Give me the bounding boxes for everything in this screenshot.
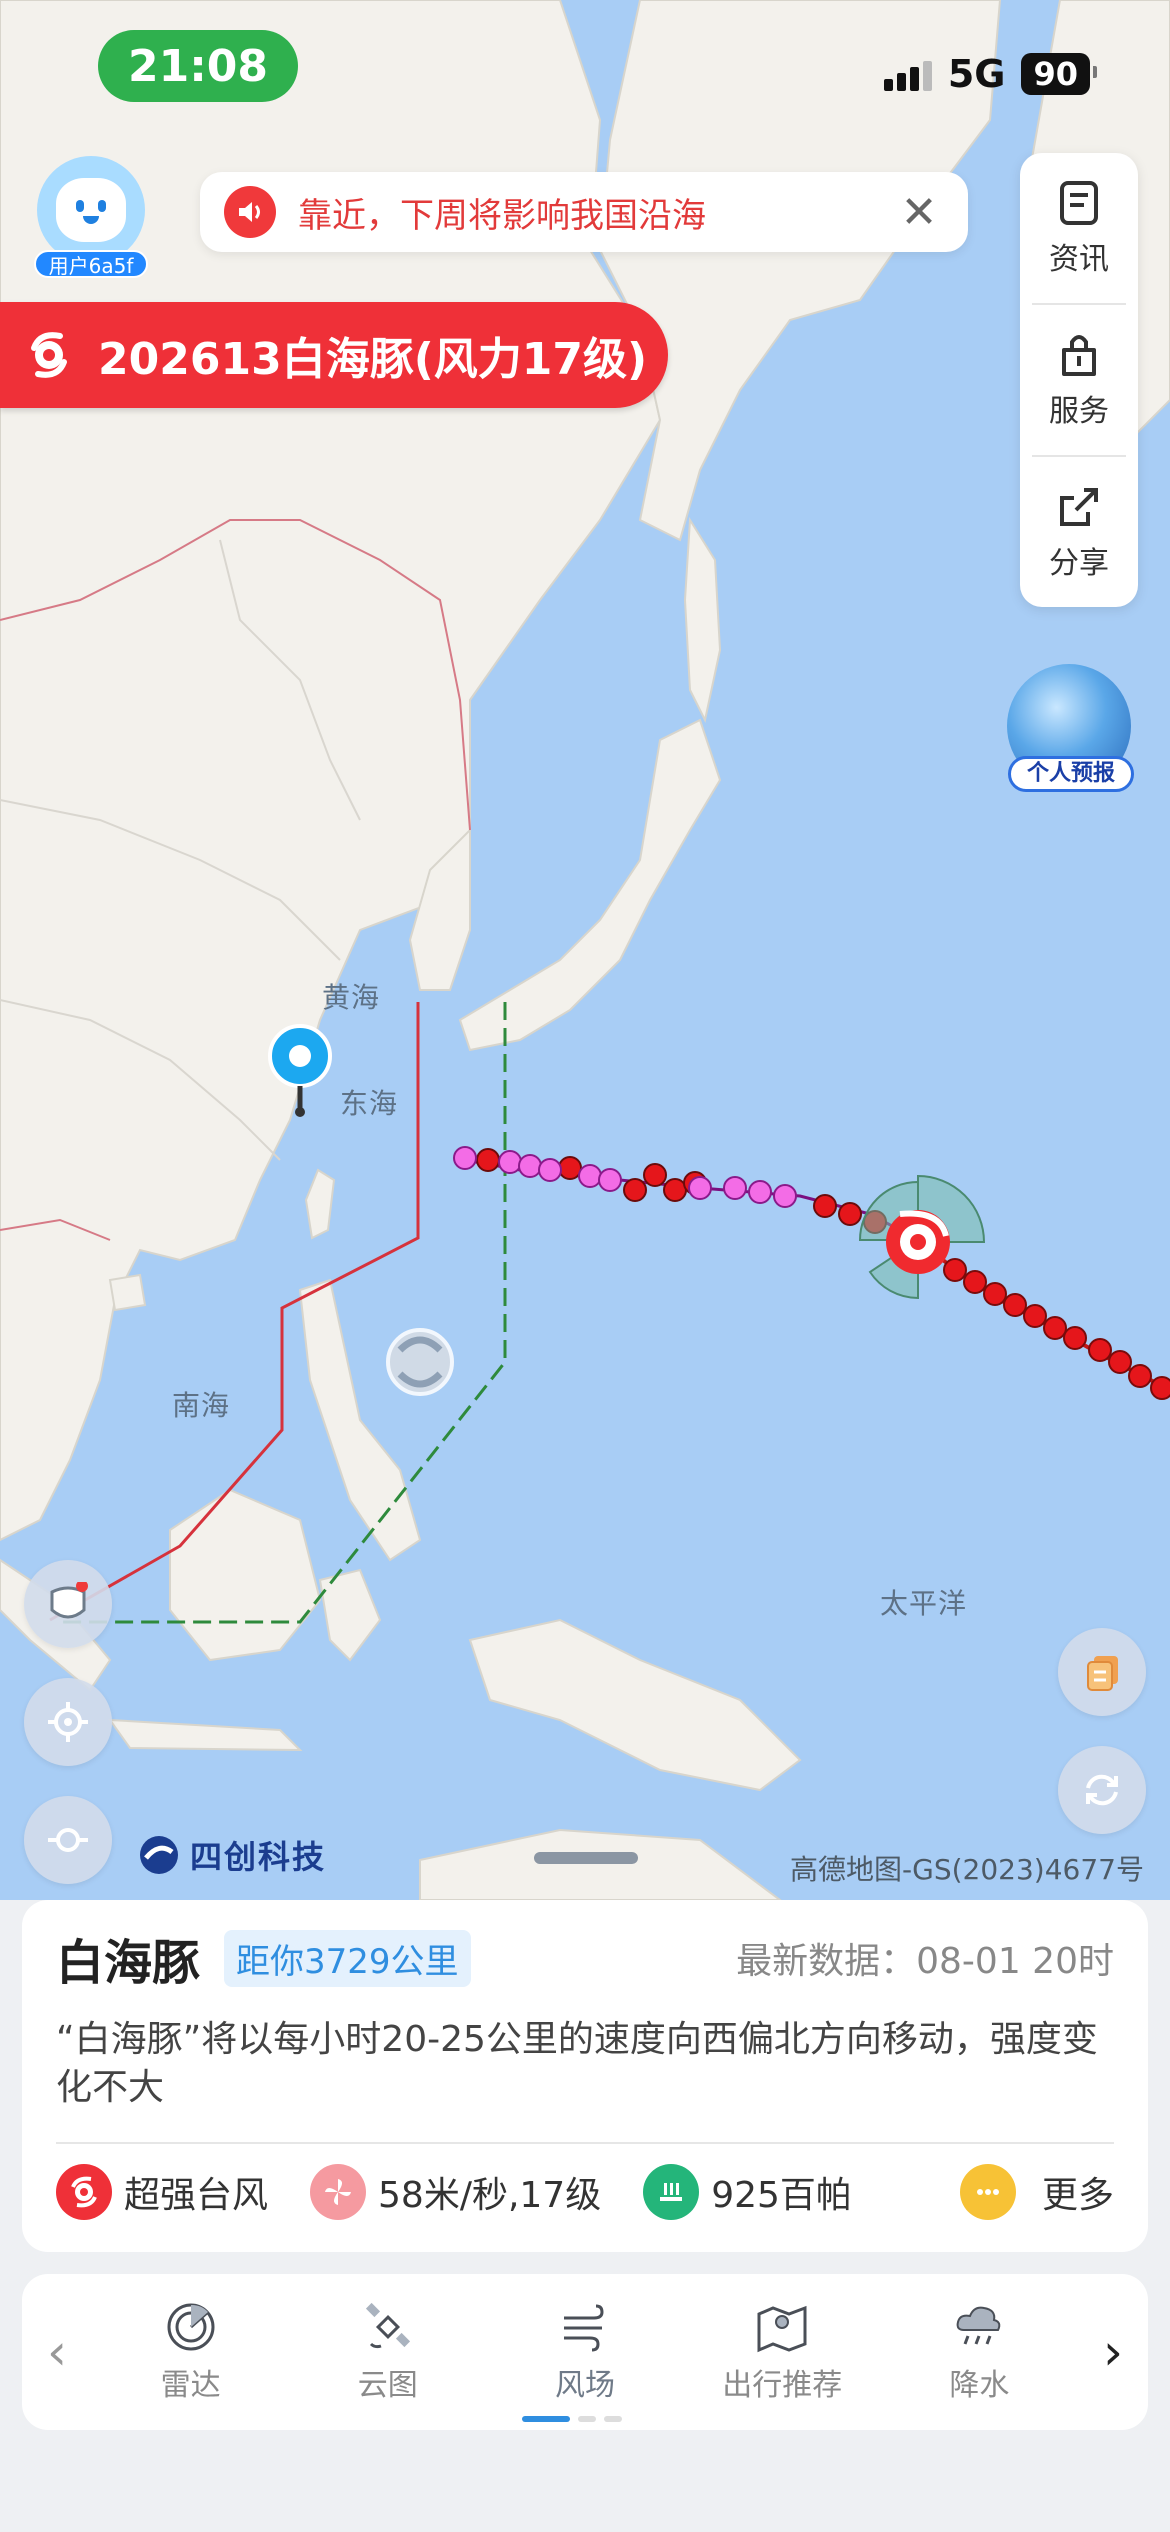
- borneo-land: [169, 1488, 322, 1662]
- side-menu: 资讯 服务 分享: [1020, 153, 1138, 607]
- refresh-icon: [1086, 1774, 1118, 1806]
- tab-wind[interactable]: 风场: [486, 2300, 683, 2404]
- typhoon-name: 白海豚: [56, 1935, 201, 1991]
- taiwan-land: [304, 1168, 336, 1240]
- typhoon-center-icon: [886, 1210, 950, 1274]
- label-pacific: 太平洋: [880, 1587, 968, 1620]
- faded-typhoon-icon: [386, 1328, 454, 1396]
- australia-land: [419, 1828, 782, 1900]
- label-south-sea: 南海: [172, 1389, 231, 1422]
- notice-banner[interactable]: 靠近，下周将影响我国沿海 ✕: [200, 172, 968, 252]
- java-land: [107, 1718, 303, 1752]
- layer-toggle-button[interactable]: [24, 1560, 112, 1648]
- wind-speed-icon: [310, 2164, 367, 2220]
- user-tag: 用户6a5f: [34, 250, 148, 278]
- sakhalin-land: [683, 516, 722, 723]
- side-item-news[interactable]: 资讯: [1032, 153, 1126, 305]
- tab-travel[interactable]: 出行推荐: [684, 2300, 881, 2404]
- status-time: 21:08: [98, 30, 298, 102]
- tab-label: 降水: [949, 2368, 1010, 2403]
- rain-icon: [957, 2306, 1001, 2345]
- service-icon: [1062, 335, 1096, 376]
- stat-category-text: 超强台风: [124, 2175, 269, 2216]
- typhoon-description: “白海豚”将以每小时20-25公里的速度向西偏北方向移动，强度变化不大: [56, 2019, 1098, 2108]
- stat-category: 超强台风: [56, 2164, 268, 2220]
- label-yellow-sea: 黄海: [322, 981, 381, 1014]
- pressure-icon: [643, 2164, 700, 2220]
- share-icon: [1060, 488, 1098, 526]
- avatar-face-icon: [37, 156, 145, 264]
- battery-icon: 90: [1021, 53, 1097, 95]
- sulawesi-land: [318, 1568, 382, 1662]
- philippines-land: [298, 1278, 422, 1562]
- news-icon: [1060, 181, 1098, 225]
- radar-icon: [167, 2303, 215, 2351]
- side-item-label: 资讯: [1049, 242, 1109, 277]
- tab-label: 雷达: [160, 2368, 221, 2403]
- layer-tab-bar: ‹ 雷达 云图 风场 出行推荐 降水 ›: [22, 2274, 1148, 2430]
- typhoon-past-points: [943, 1258, 1170, 1400]
- personal-forecast-label: 个人预报: [1008, 756, 1134, 792]
- side-item-service[interactable]: 服务: [1032, 305, 1126, 457]
- network-type: 5G: [947, 52, 1006, 96]
- stat-pressure: 925百帕: [643, 2164, 852, 2220]
- speaker-icon: [224, 186, 276, 238]
- status-indicators: 5G 90: [883, 52, 1097, 96]
- brand-logo-icon: [140, 1836, 178, 1874]
- japan-land: [458, 718, 722, 1052]
- tab-satellite[interactable]: 云图: [289, 2300, 486, 2404]
- drag-handle[interactable]: [534, 1852, 638, 1864]
- map-base: [0, 0, 1170, 1900]
- chevron-right-icon[interactable]: ›: [1078, 2323, 1148, 2381]
- user-avatar[interactable]: 用户6a5f: [34, 156, 148, 278]
- more-button[interactable]: 更多: [959, 2164, 1114, 2220]
- locate-icon: [48, 1702, 88, 1742]
- more-icon: [959, 2164, 1016, 2220]
- legend-button[interactable]: [1058, 1628, 1146, 1716]
- typhoon-title-pill[interactable]: 202613白海豚(风力17级): [0, 302, 668, 408]
- tab-radar[interactable]: 雷达: [92, 2300, 289, 2404]
- page-indicator: [522, 2416, 622, 2422]
- typhoon-map[interactable]: 黄海 东海 南海 太平洋 21:08 5G 90 用户6a5f 靠近，下周将影响…: [0, 0, 1170, 1900]
- crosshair-icon: [48, 1828, 88, 1852]
- more-label: 更多: [1041, 2175, 1114, 2216]
- locate-button[interactable]: [24, 1678, 112, 1766]
- satellite-icon: [365, 2302, 410, 2349]
- tab-rain[interactable]: 降水: [881, 2300, 1078, 2404]
- wind-icon: [564, 2304, 604, 2352]
- stat-pressure-text: 925百帕: [711, 2175, 852, 2216]
- shield-map-icon: [50, 1582, 88, 1619]
- tab-label: 出行推荐: [722, 2368, 843, 2403]
- hainan-land: [108, 1273, 147, 1312]
- chevron-left-icon[interactable]: ‹: [22, 2323, 92, 2381]
- personal-forecast-button[interactable]: 个人预报: [1004, 664, 1134, 796]
- typhoon-info-card[interactable]: 白海豚 距你3729公里 最新数据：08-01 20时 “白海豚”将以每小时20…: [22, 1900, 1148, 2252]
- label-east-sea: 东海: [340, 1087, 399, 1120]
- notice-text: 靠近，下周将影响我国沿海: [298, 195, 706, 236]
- stack-icon: [1087, 1656, 1118, 1691]
- cellular-signal-icon: [883, 57, 932, 91]
- brand-name: 四创科技: [190, 1838, 327, 1876]
- distance-badge: 距你3729公里: [224, 1929, 471, 1987]
- new-guinea-land: [468, 1618, 802, 1792]
- side-item-label: 服务: [1049, 394, 1109, 429]
- typhoon-category-icon: [56, 2164, 112, 2220]
- tab-label: 风场: [555, 2368, 615, 2403]
- stat-wind: 58米/秒,17级: [310, 2164, 601, 2220]
- map-copyright: 高德地图-GS(2023)4677号: [790, 1853, 1144, 1886]
- brand-logo: 四创科技: [138, 1832, 326, 1878]
- close-icon[interactable]: ✕: [894, 187, 944, 238]
- side-item-label: 分享: [1049, 546, 1109, 581]
- latest-data-time: 最新数据：08-01 20时: [736, 1941, 1114, 1982]
- typhoon-icon: [31, 332, 67, 378]
- tab-label: 云图: [357, 2368, 418, 2403]
- travel-map-icon: [757, 2305, 807, 2353]
- side-item-share[interactable]: 分享: [1032, 457, 1126, 607]
- recenter-button[interactable]: [24, 1796, 112, 1884]
- refresh-button[interactable]: [1058, 1746, 1146, 1834]
- typhoon-title: 202613白海豚(风力17级): [98, 334, 648, 385]
- stat-wind-text: 58米/秒,17级: [378, 2175, 602, 2216]
